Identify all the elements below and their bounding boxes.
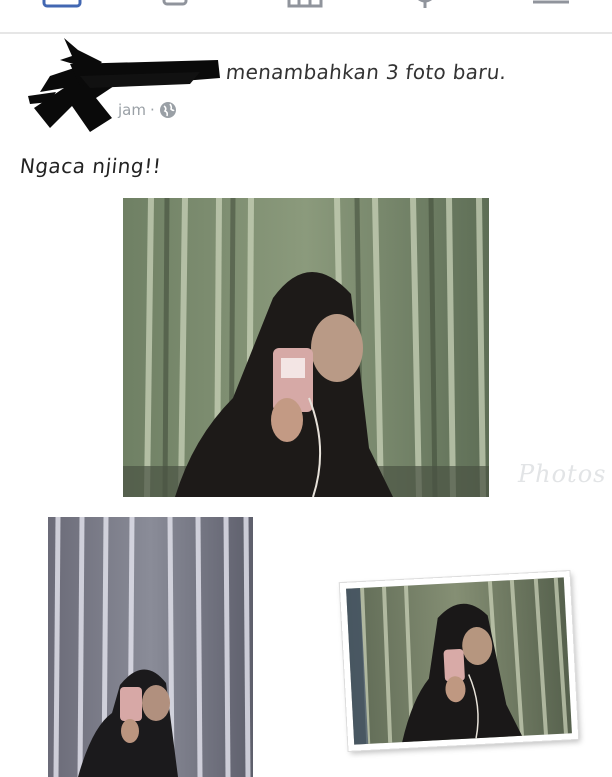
post-meta: jam · [118,100,177,120]
post-photo-1[interactable] [123,198,489,497]
top-navigation-bar [0,0,612,34]
marketplace-icon[interactable] [287,0,323,10]
friends-icon[interactable] [162,0,204,10]
post-action-text: menambahkan 3 foto baru. [224,60,508,84]
post-timestamp[interactable]: jam [118,101,146,119]
home-icon[interactable] [42,0,82,10]
photo-watermark: Photos [518,460,607,488]
redaction-scribble [20,36,225,145]
menu-icon[interactable] [531,0,571,10]
meta-separator: · [149,101,155,119]
globe-icon[interactable] [159,101,177,119]
notifications-icon[interactable] [410,0,440,10]
post-photo-3[interactable] [339,571,579,751]
post-photo-2[interactable] [48,517,253,777]
feed-post: menambahkan 3 foto baru. jam · Ngaca nji… [0,36,612,777]
post-caption: Ngaca njing!! [18,154,163,178]
